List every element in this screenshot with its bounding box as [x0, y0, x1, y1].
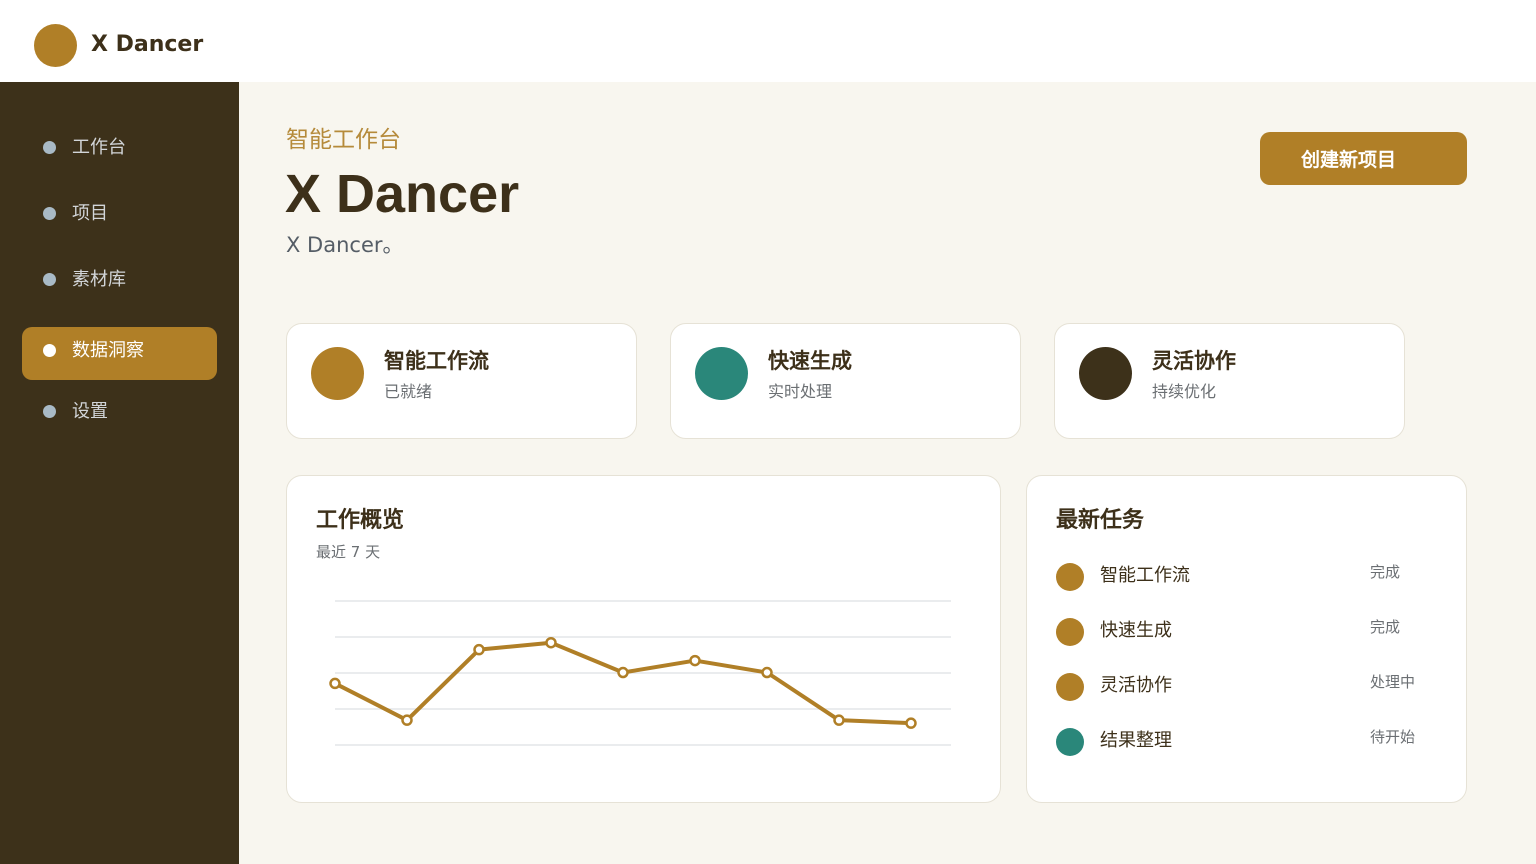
page-subtitle: X Dancer。	[286, 233, 404, 257]
chart-point	[761, 666, 773, 679]
stat-subtitle: 实时处理	[768, 382, 833, 401]
page-eyebrow: 智能工作台	[286, 127, 401, 153]
stat-title: 灵活协作	[1152, 349, 1236, 373]
task-status: 完成	[1370, 618, 1401, 636]
stat-title: 快速生成	[768, 349, 852, 373]
task-status-dot-icon	[1056, 563, 1084, 591]
task-status-dot-icon	[1056, 728, 1084, 756]
sidebar-item-settings[interactable]: 设置	[22, 388, 217, 441]
stat-subtitle: 持续优化	[1152, 382, 1217, 401]
generation-icon	[695, 347, 748, 400]
collaboration-icon	[1079, 347, 1132, 400]
sidebar-item-insights[interactable]: 数据洞察	[22, 327, 217, 380]
overview-panel: 工作概览 最近 7 天	[286, 475, 1001, 803]
page-title: X Dancer	[285, 164, 520, 224]
stat-card-generation: 快速生成 实时处理	[670, 323, 1021, 439]
sidebar-item-label: 素材库	[72, 269, 126, 290]
sidebar-item-projects[interactable]: 项目	[22, 190, 217, 243]
tasks-title: 最新任务	[1056, 508, 1145, 533]
nav-dot-icon	[43, 344, 56, 357]
top-bar: X Dancer	[0, 0, 1536, 82]
sidebar-item-label: 设置	[72, 401, 108, 422]
list-item[interactable]: 结果整理 待开始	[1056, 727, 1436, 757]
overview-line-chart	[329, 600, 951, 746]
app-logo-icon	[34, 24, 77, 67]
sidebar-item-workbench[interactable]: 工作台	[22, 124, 217, 177]
chart-point	[833, 714, 845, 726]
app-title: X Dancer	[91, 32, 204, 57]
stat-card-workflow: 智能工作流 已就绪	[286, 323, 637, 439]
task-name: 智能工作流	[1100, 565, 1190, 586]
tasks-panel: 最新任务 智能工作流 完成 快速生成 完成 灵活协作 处理中 结果整理 待开始	[1026, 475, 1467, 803]
list-item[interactable]: 灵活协作 处理中	[1056, 672, 1436, 702]
task-status: 完成	[1370, 563, 1401, 581]
chart-point	[329, 677, 341, 690]
sidebar: 工作台 项目 素材库 数据洞察 设置	[0, 82, 239, 864]
stat-subtitle: 已就绪	[384, 382, 433, 401]
sidebar-item-assets[interactable]: 素材库	[22, 256, 217, 309]
task-name: 快速生成	[1100, 620, 1172, 641]
chart-point	[905, 717, 917, 729]
nav-dot-icon	[43, 141, 56, 154]
list-item[interactable]: 智能工作流 完成	[1056, 562, 1436, 592]
create-project-button[interactable]: 创建新项目	[1260, 132, 1467, 185]
list-item[interactable]: 快速生成 完成	[1056, 617, 1436, 647]
nav-dot-icon	[43, 405, 56, 418]
nav-dot-icon	[43, 273, 56, 286]
chart-point	[689, 654, 701, 667]
task-status-dot-icon	[1056, 618, 1084, 646]
task-name: 灵活协作	[1100, 675, 1172, 696]
nav-dot-icon	[43, 207, 56, 220]
chart-point	[401, 714, 413, 726]
stat-card-collaboration: 灵活协作 持续优化	[1054, 323, 1405, 439]
sidebar-item-label: 数据洞察	[72, 340, 144, 361]
task-name: 结果整理	[1100, 730, 1172, 751]
workflow-icon	[311, 347, 364, 400]
chart-point	[617, 666, 629, 679]
chart-point	[545, 636, 557, 649]
chart-point	[473, 643, 485, 656]
task-status: 待开始	[1370, 728, 1416, 746]
stat-title: 智能工作流	[384, 349, 489, 373]
sidebar-item-label: 项目	[72, 203, 108, 224]
chart-series-line	[334, 640, 912, 726]
task-status-dot-icon	[1056, 673, 1084, 701]
sidebar-item-label: 工作台	[72, 137, 126, 158]
task-status: 处理中	[1370, 673, 1416, 691]
